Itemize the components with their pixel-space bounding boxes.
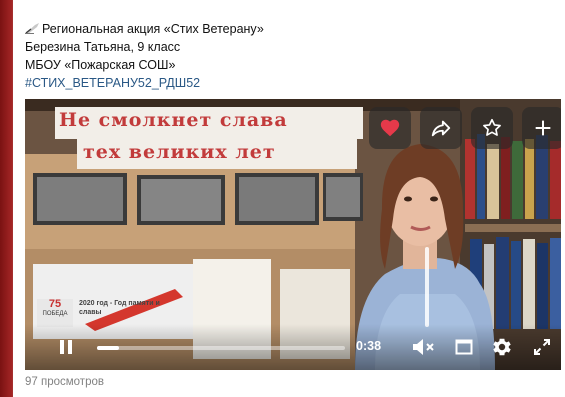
poster-logo: 75 ПОБЕДА bbox=[39, 299, 71, 319]
video-player[interactable]: Не смолкнет слава тех великих лет 75 ПОБ… bbox=[25, 99, 561, 370]
post-title: Региональная акция «Стих Ветерану» bbox=[42, 22, 264, 36]
time-display: 0:38 bbox=[356, 339, 382, 353]
expand-button[interactable] bbox=[531, 336, 553, 358]
fullscreen-window-icon bbox=[455, 339, 473, 355]
like-icon bbox=[380, 119, 400, 137]
banner-line-1: Не смолкнет слава bbox=[59, 109, 288, 131]
bookmark-button[interactable] bbox=[471, 107, 513, 149]
share-icon bbox=[431, 120, 451, 137]
settings-icon bbox=[493, 338, 511, 356]
mute-icon bbox=[413, 339, 434, 355]
window-mode-button[interactable] bbox=[453, 336, 475, 358]
quill-icon bbox=[25, 21, 41, 34]
poster-logo-number: 75 bbox=[48, 298, 62, 310]
mute-button[interactable] bbox=[411, 335, 437, 359]
post-school: МБОУ «Пожарская СОШ» bbox=[25, 58, 176, 72]
player-controls: 0:38 bbox=[25, 324, 561, 370]
banner-line-2: тех великих лет bbox=[83, 141, 276, 163]
progress-fill bbox=[97, 346, 120, 350]
expand-icon bbox=[534, 339, 550, 355]
bookmark-icon bbox=[483, 118, 501, 136]
post-text: Региональная акция «Стих Ветерану» Берез… bbox=[25, 20, 264, 92]
post-card: Региональная акция «Стих Ветерану» Берез… bbox=[13, 0, 565, 397]
share-button[interactable] bbox=[420, 107, 462, 149]
settings-button[interactable] bbox=[490, 335, 514, 359]
progress-bar[interactable] bbox=[97, 346, 345, 350]
pause-button[interactable] bbox=[55, 336, 77, 358]
add-button[interactable] bbox=[522, 107, 561, 149]
pause-icon bbox=[60, 340, 72, 354]
poster-logo-text: ПОБЕДА bbox=[42, 311, 68, 317]
post-hashtag[interactable]: #СТИХ_ВЕТЕРАНУ52_РДШ52 bbox=[25, 74, 264, 92]
post-author: Березина Татьяна, 9 класс bbox=[25, 40, 181, 54]
poster-caption: 2020 год - Год памяти и славы bbox=[79, 300, 160, 316]
add-icon bbox=[535, 120, 551, 136]
views-count: 97 просмотров bbox=[25, 376, 104, 388]
volume-slider[interactable] bbox=[425, 247, 429, 327]
like-button[interactable] bbox=[369, 107, 411, 149]
